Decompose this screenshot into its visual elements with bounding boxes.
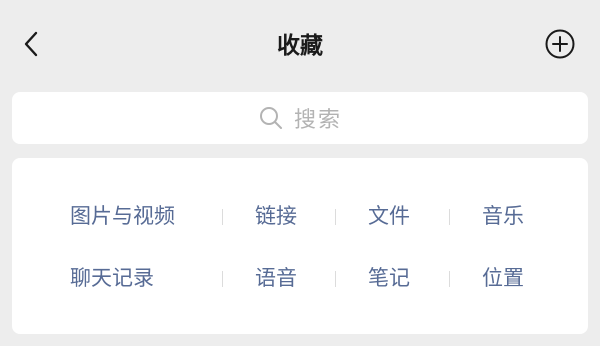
category-divider <box>335 271 336 287</box>
category-row: 聊天记录 语音 笔记 位置 <box>12 258 588 298</box>
plus-circle-icon <box>544 28 576 64</box>
category-files[interactable]: 文件 <box>368 196 410 236</box>
category-music[interactable]: 音乐 <box>482 196 524 236</box>
category-notes[interactable]: 笔记 <box>368 258 410 298</box>
category-divider <box>222 271 223 287</box>
category-images-videos[interactable]: 图片与视频 <box>70 196 175 236</box>
top-nav-bar: 收藏 <box>0 0 600 92</box>
category-links[interactable]: 链接 <box>255 196 297 236</box>
category-divider <box>222 209 223 225</box>
search-input[interactable]: 搜索 <box>12 92 588 144</box>
category-divider <box>449 209 450 225</box>
category-row: 图片与视频 链接 文件 音乐 <box>12 196 588 236</box>
category-location[interactable]: 位置 <box>482 258 524 298</box>
category-filter-card: 图片与视频 链接 文件 音乐 聊天记录 语音 笔记 位置 <box>12 158 588 334</box>
category-chat-history[interactable]: 聊天记录 <box>70 258 154 298</box>
page-title: 收藏 <box>277 33 323 59</box>
search-icon <box>258 105 284 131</box>
add-favorite-button[interactable] <box>544 28 576 64</box>
category-divider <box>335 209 336 225</box>
category-voice[interactable]: 语音 <box>255 258 297 298</box>
category-divider <box>449 271 450 287</box>
search-placeholder: 搜索 <box>293 108 342 133</box>
